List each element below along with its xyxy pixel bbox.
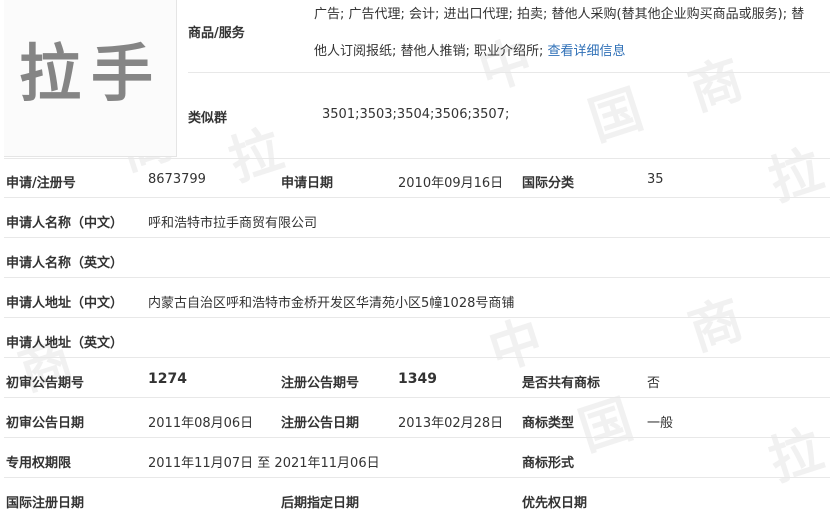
international-class-value: 35 bbox=[647, 172, 664, 187]
application-number-value: 8673799 bbox=[148, 172, 206, 187]
international-registration-date-label: 国际注册日期 bbox=[6, 496, 85, 511]
application-date-label: 申请日期 bbox=[281, 176, 334, 191]
view-details-link[interactable]: 查看详细信息 bbox=[548, 44, 626, 59]
watermark-char: 拉 bbox=[762, 419, 830, 493]
goods-line-2: 他人订阅报纸; 替他人推销; 职业介绍所; 查看详细信息 bbox=[314, 40, 626, 59]
shared-trademark-value: 否 bbox=[647, 376, 661, 391]
prelim-notice-date-value: 2011年08月06日 bbox=[148, 416, 254, 431]
watermark-char: 国 bbox=[582, 79, 651, 153]
goods-line-1: 广告; 广告代理; 会计; 进出口代理; 拍卖; 替他人采购(替其他企业购买商品… bbox=[314, 7, 805, 22]
application-number-label: 申请/注册号 bbox=[6, 176, 76, 191]
divider bbox=[4, 397, 830, 398]
shared-trademark-label: 是否共有商标 bbox=[522, 376, 601, 391]
similar-group-label: 类似群 bbox=[188, 111, 228, 126]
applicant-address-cn-label: 申请人地址（中文） bbox=[6, 296, 124, 311]
applicant-address-cn-value: 内蒙古自治区呼和浩特市金桥开发区华清苑小区5幢1028号商铺 bbox=[148, 296, 515, 311]
later-designation-date-label: 后期指定日期 bbox=[281, 496, 360, 511]
watermark-char: 商 bbox=[682, 49, 751, 123]
divider bbox=[4, 317, 830, 318]
divider bbox=[4, 237, 830, 238]
divider bbox=[4, 197, 830, 198]
trademark-type-label: 商标类型 bbox=[522, 416, 575, 431]
divider bbox=[4, 357, 830, 358]
priority-date-label: 优先权日期 bbox=[522, 496, 588, 511]
application-date-value: 2010年09月16日 bbox=[398, 176, 504, 191]
prelim-notice-number-value: 1274 bbox=[148, 371, 187, 387]
goods-label: 商品/服务 bbox=[188, 26, 245, 41]
prelim-notice-date-label: 初审公告日期 bbox=[6, 416, 85, 431]
goods-line-2-text: 他人订阅报纸; 替他人推销; 职业介绍所; bbox=[314, 44, 544, 59]
registration-notice-date-value: 2013年02月28日 bbox=[398, 416, 504, 431]
international-class-label: 国际分类 bbox=[522, 176, 575, 191]
divider bbox=[4, 158, 830, 159]
exclusive-right-period-label: 专用权期限 bbox=[6, 456, 72, 471]
similar-group-value: 3501;3503;3504;3506;3507; bbox=[322, 107, 510, 122]
watermark-char: 中 bbox=[482, 309, 551, 383]
exclusive-right-period-value: 2011年11月07日 至 2021年11月06日 bbox=[148, 456, 380, 471]
watermark-char: 拉 bbox=[222, 119, 291, 193]
applicant-address-en-label: 申请人地址（英文） bbox=[6, 336, 124, 351]
prelim-notice-number-label: 初审公告期号 bbox=[6, 376, 85, 391]
applicant-name-cn-label: 申请人名称（中文） bbox=[6, 216, 124, 231]
applicant-name-cn-value: 呼和浩特市拉手商贸有限公司 bbox=[148, 216, 318, 231]
divider bbox=[4, 437, 830, 438]
divider bbox=[188, 72, 830, 73]
registration-notice-number-label: 注册公告期号 bbox=[281, 376, 360, 391]
trademark-image-frame: 拉手 bbox=[4, 0, 177, 157]
registration-notice-date-label: 注册公告日期 bbox=[281, 416, 360, 431]
applicant-name-en-label: 申请人名称（英文） bbox=[6, 256, 124, 271]
watermark-char: 拉 bbox=[762, 139, 830, 213]
trademark-logo: 拉手 bbox=[18, 37, 163, 110]
divider bbox=[4, 277, 830, 278]
divider bbox=[4, 477, 830, 478]
trademark-form-label: 商标形式 bbox=[522, 456, 575, 471]
watermark-char: 商 bbox=[682, 289, 751, 363]
registration-notice-number-value: 1349 bbox=[398, 371, 437, 387]
trademark-type-value: 一般 bbox=[647, 416, 674, 431]
watermark-char: 国 bbox=[572, 389, 641, 463]
